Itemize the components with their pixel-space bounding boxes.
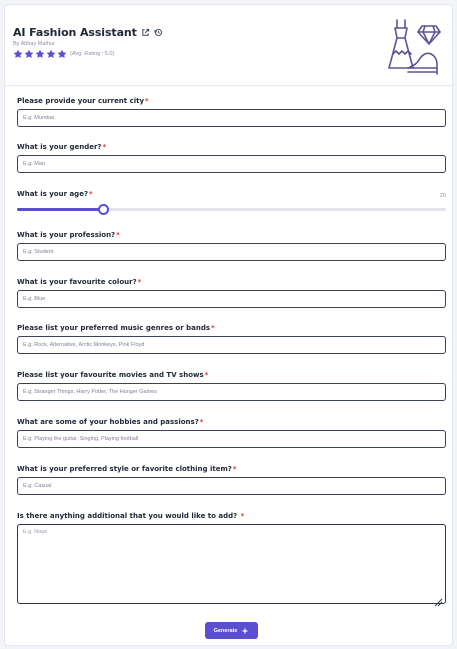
slider-thumb[interactable] [98, 204, 109, 215]
app-header: AI Fashion Assistant By Abhay Mathur (Av… [13, 14, 446, 86]
gender-label: What is your gender?* [17, 143, 107, 151]
age-slider[interactable]: 20 [17, 193, 446, 216]
hobbies-input[interactable] [17, 430, 446, 448]
music-input[interactable] [17, 336, 446, 354]
city-label: Please provide your current city* [17, 97, 149, 105]
movies-label: Please list your favourite movies and TV… [17, 371, 209, 379]
additional-field: Is there anything additional that you wo… [17, 512, 446, 607]
gender-field: What is your gender?* [17, 143, 446, 173]
movies-input[interactable] [17, 383, 446, 401]
rating-text: (Avg. Rating : 5.0) [70, 51, 115, 57]
city-field: Please provide your current city* [17, 97, 446, 127]
app-card: AI Fashion Assistant By Abhay Mathur (Av… [4, 4, 454, 646]
fashion-dress-heels-diamond-logo [384, 14, 444, 76]
style-input[interactable] [17, 477, 446, 495]
music-field: Please list your preferred music genres … [17, 324, 446, 354]
resize-grip-icon[interactable] [434, 594, 443, 607]
age-label: What is your age?* [17, 190, 93, 198]
age-value: 20 [439, 193, 446, 199]
movies-field: Please list your favourite movies and TV… [17, 371, 446, 401]
profession-label: What is your profession?* [17, 231, 120, 239]
gender-input[interactable] [17, 155, 446, 173]
colour-input[interactable] [17, 290, 446, 308]
star-rating [13, 49, 68, 59]
slider-fill [17, 208, 103, 211]
app-title: AI Fashion Assistant [13, 26, 137, 39]
music-label: Please list your preferred music genres … [17, 324, 215, 332]
star-icon [57, 49, 67, 58]
author-byline: By Abhay Mathur [13, 41, 55, 47]
rating-row: (Avg. Rating : 5.0) [13, 49, 114, 59]
header-divider [5, 85, 454, 86]
title-row: AI Fashion Assistant [13, 26, 163, 39]
colour-label: What is your favourite colour?* [17, 278, 142, 286]
profession-field: What is your profession?* [17, 231, 446, 261]
star-icon [13, 49, 23, 58]
additional-label: Is there anything additional that you wo… [17, 512, 245, 520]
external-link-icon[interactable] [141, 28, 150, 37]
generate-button[interactable]: Generate [205, 622, 258, 639]
star-icon [24, 49, 34, 58]
style-field: What is your preferred style or favorite… [17, 465, 446, 495]
profession-input[interactable] [17, 243, 446, 261]
age-field: What is your age?* 20 [17, 190, 446, 215]
star-icon [46, 49, 56, 58]
colour-field: What is your favourite colour?* [17, 278, 446, 308]
star-icon [35, 49, 45, 58]
history-icon[interactable] [154, 28, 163, 37]
additional-textarea[interactable] [17, 524, 446, 604]
hobbies-label: What are some of your hobbies and passio… [17, 418, 204, 426]
city-input[interactable] [17, 109, 446, 127]
hobbies-field: What are some of your hobbies and passio… [17, 418, 446, 448]
generate-label: Generate [213, 627, 238, 634]
sparkle-icon [241, 626, 250, 635]
style-label: What is your preferred style or favorite… [17, 465, 237, 473]
